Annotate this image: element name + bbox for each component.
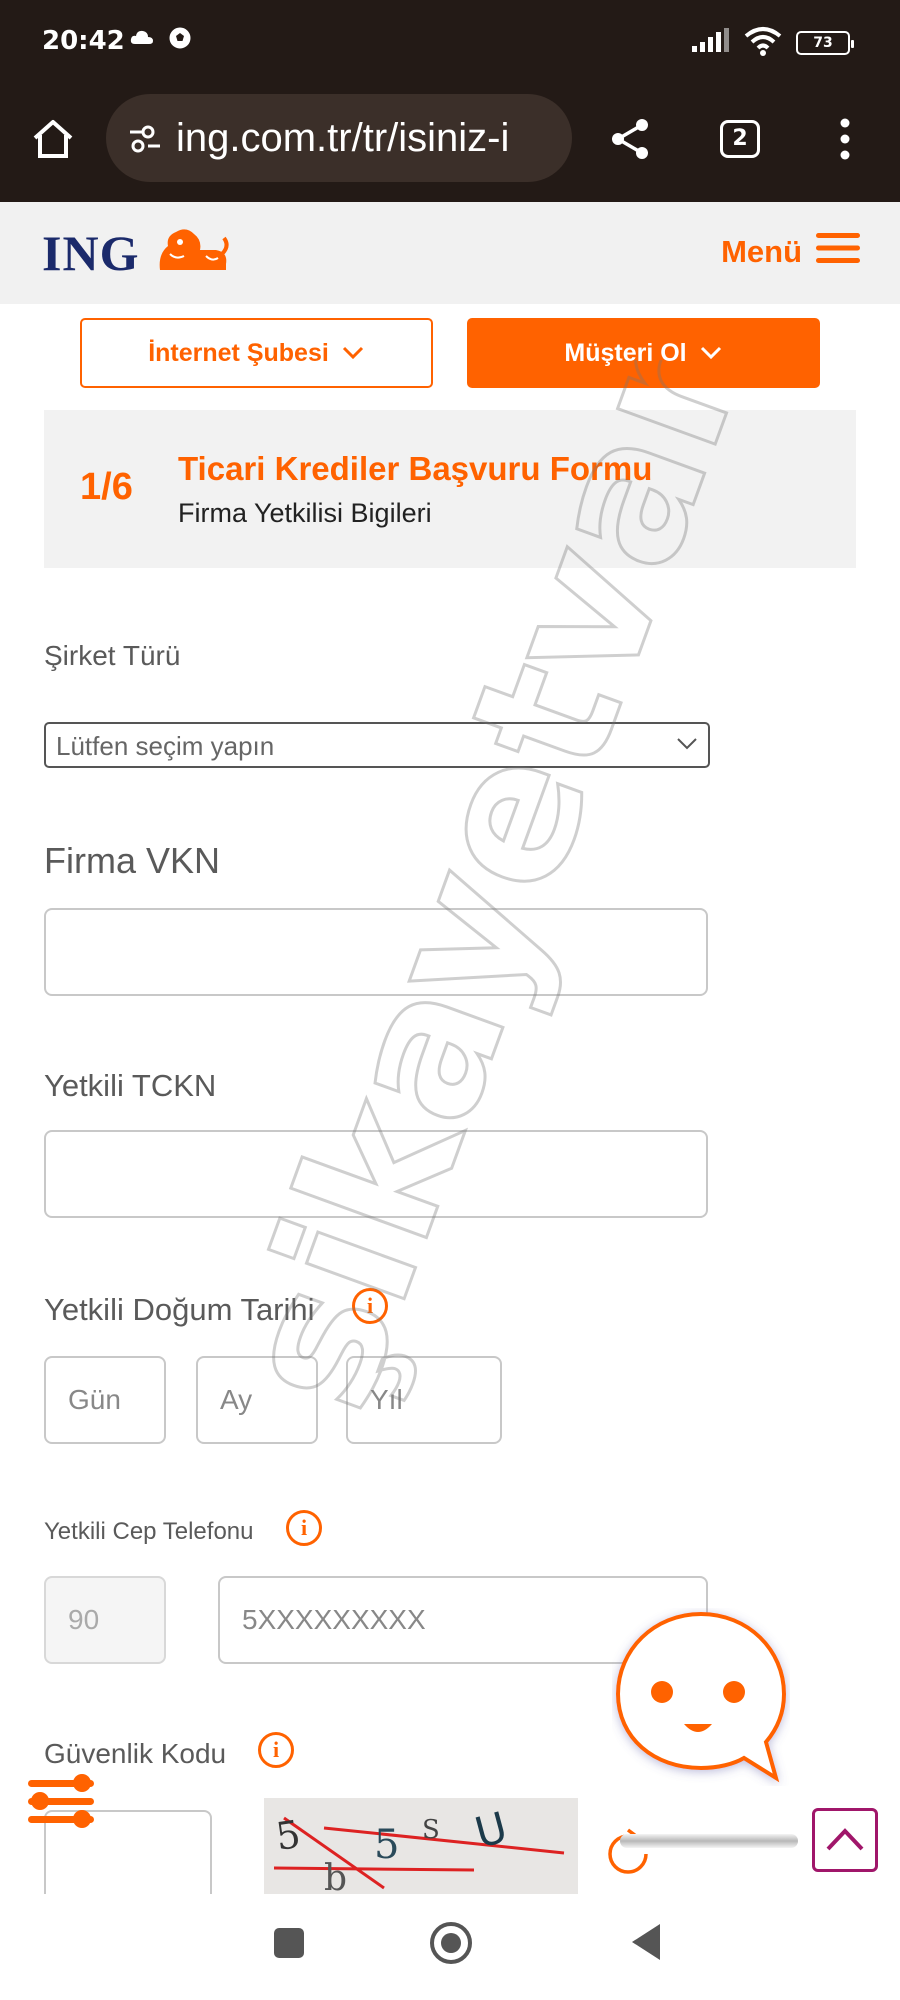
- chevron-up-icon: [825, 1825, 865, 1857]
- scroll-to-top-button[interactable]: [812, 1808, 878, 1872]
- internet-subesi-button[interactable]: İnternet Şubesi: [80, 318, 433, 388]
- signal-icon: [690, 28, 730, 58]
- home-icon[interactable]: [30, 116, 76, 166]
- status-icons-left: [128, 24, 194, 56]
- battery-icon: 73: [796, 31, 854, 55]
- address-bar[interactable]: ing.com.tr/tr/isiniz-i: [106, 94, 572, 182]
- yil-placeholder: Yıl: [370, 1384, 403, 1415]
- gun-placeholder: Gün: [68, 1384, 121, 1415]
- hamburger-icon: [816, 232, 860, 272]
- screen: 20:42 73 ing.com.tr/tr/isiniz-i 2 ING Me…: [0, 0, 900, 2000]
- chatbot-button[interactable]: [612, 1608, 790, 1786]
- battery-level: 73: [813, 35, 833, 51]
- ay-input[interactable]: Ay: [196, 1356, 318, 1444]
- form-title: Ticari Krediler Başvuru Formu: [178, 450, 653, 487]
- shadow-divider: [620, 1834, 798, 1848]
- dogum-tarihi-label: Yetkili Doğum Tarihi: [44, 1292, 315, 1327]
- svg-text:U: U: [470, 1802, 512, 1857]
- svg-text:5: 5: [273, 1812, 303, 1859]
- android-nav-bar: [0, 1894, 900, 2000]
- sirket-turu-select[interactable]: Lütfen seçim yapın: [44, 722, 710, 768]
- svg-text:S: S: [422, 1815, 440, 1845]
- sirket-turu-label: Şirket Türü: [44, 640, 181, 671]
- back-icon[interactable]: [628, 1922, 664, 1966]
- status-time: 20:42: [42, 26, 125, 56]
- internet-subesi-label: İnternet Şubesi: [148, 338, 329, 367]
- site-header: ING Menü: [0, 202, 900, 304]
- ing-logo[interactable]: ING: [42, 224, 139, 282]
- cloud-icon: [128, 24, 156, 56]
- share-icon[interactable]: [608, 116, 652, 166]
- info-icon[interactable]: i: [258, 1732, 294, 1768]
- musteri-ol-button[interactable]: Müşteri Ol: [467, 318, 820, 388]
- chevron-down-icon: [676, 736, 698, 756]
- status-icons-right: 73: [690, 26, 854, 60]
- captcha-image: 5 5 S U b: [264, 1798, 578, 1894]
- firma-vkn-label: Firma VKN: [44, 840, 221, 881]
- step-number: 1/6: [80, 466, 133, 508]
- home-nav-icon[interactable]: [428, 1920, 474, 1970]
- ay-placeholder: Ay: [220, 1384, 253, 1415]
- filter-icon[interactable]: [28, 1772, 100, 1836]
- chevron-down-icon: [341, 339, 365, 368]
- info-icon[interactable]: i: [352, 1288, 388, 1324]
- browser-toolbar: ing.com.tr/tr/isiniz-i 2: [0, 86, 900, 202]
- country-code: 90: [68, 1604, 100, 1635]
- tabs-icon[interactable]: 2: [720, 120, 760, 158]
- tab-count: 2: [732, 126, 748, 151]
- sirket-turu-value: Lütfen seçim yapın: [56, 731, 275, 761]
- musteri-ol-label: Müşteri Ol: [564, 338, 687, 367]
- yetkili-tckn-label: Yetkili TCKN: [44, 1068, 217, 1103]
- logo-text: ING: [42, 225, 140, 281]
- gun-input[interactable]: Gün: [44, 1356, 166, 1444]
- status-bar: 20:42 73: [0, 0, 900, 86]
- chevron-down-icon: [699, 339, 723, 368]
- info-icon[interactable]: i: [286, 1510, 322, 1546]
- firma-vkn-input[interactable]: [44, 908, 708, 996]
- form-subtitle: Firma Yetkilisi Bigileri: [178, 498, 432, 528]
- site-settings-icon[interactable]: [128, 124, 162, 158]
- recents-icon[interactable]: [272, 1926, 306, 1964]
- form-step-header: 1/6 Ticari Krediler Başvuru Formu Firma …: [44, 410, 856, 568]
- menu-label: Menü: [721, 234, 802, 269]
- yetkili-tckn-input[interactable]: [44, 1130, 708, 1218]
- lion-logo-icon: [156, 224, 230, 280]
- phone-placeholder: 5XXXXXXXXX: [242, 1604, 426, 1635]
- guvenlik-kodu-label: Güvenlik Kodu: [44, 1738, 227, 1769]
- soccer-ball-icon: [166, 24, 194, 56]
- url-text: ing.com.tr/tr/isiniz-i: [176, 116, 510, 160]
- svg-text:5: 5: [374, 1822, 399, 1868]
- wifi-icon: [744, 26, 782, 60]
- country-code-field: 90: [44, 1576, 166, 1664]
- menu-button[interactable]: Menü: [721, 232, 860, 272]
- yil-input[interactable]: Yıl: [346, 1356, 502, 1444]
- cep-telefonu-label: Yetkili Cep Telefonu: [44, 1518, 254, 1545]
- svg-text:b: b: [324, 1858, 347, 1894]
- more-icon[interactable]: [838, 116, 852, 166]
